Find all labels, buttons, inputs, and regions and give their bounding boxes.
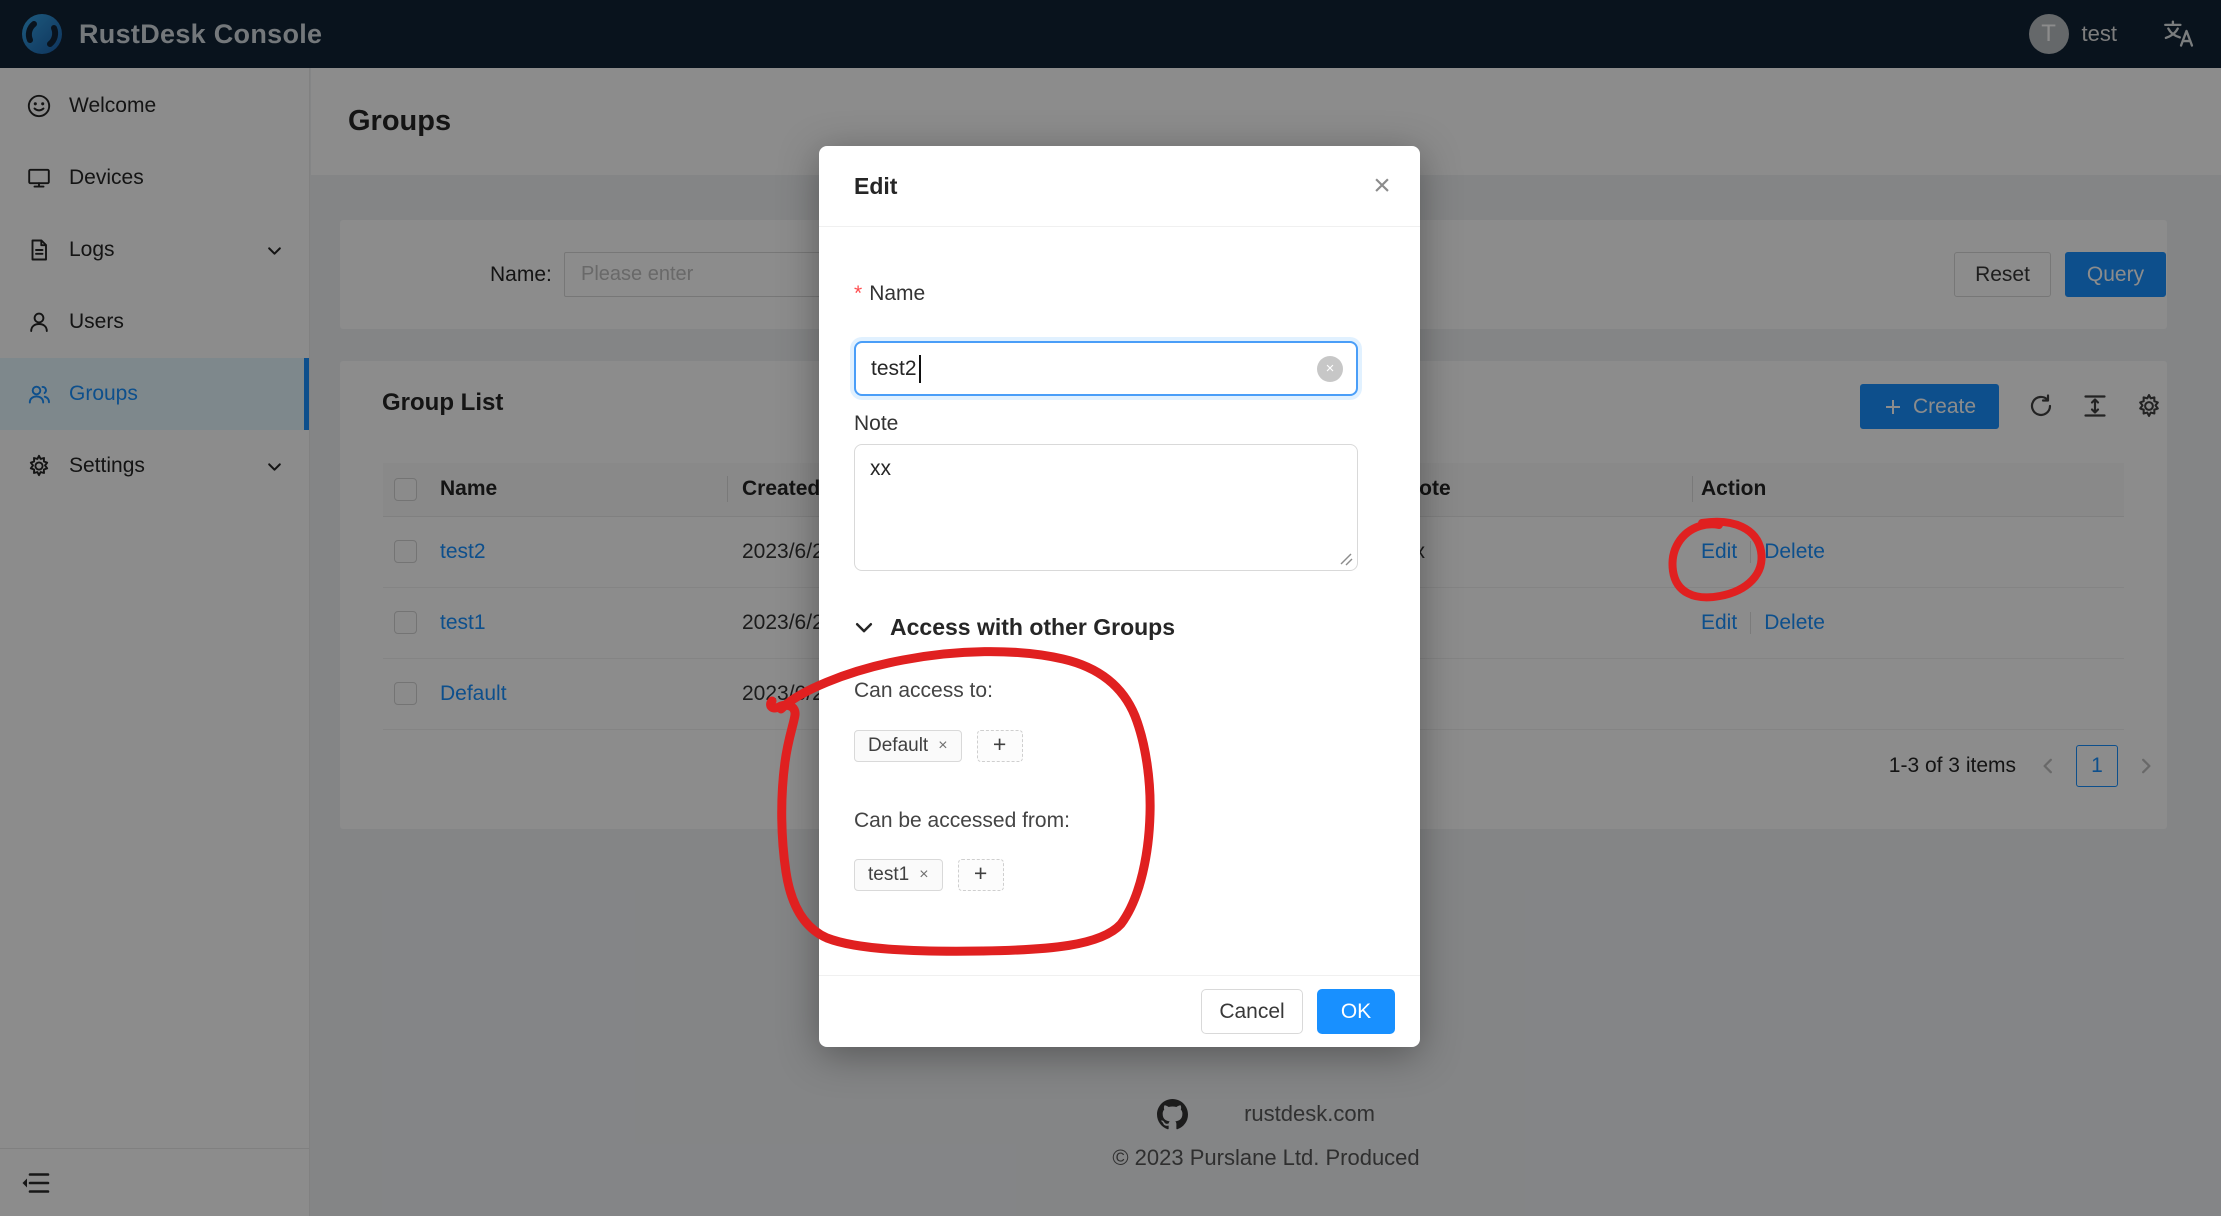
group-tag: test1 × xyxy=(854,859,943,891)
name-field-label: *Name xyxy=(854,282,925,306)
can-access-label: Can access to: xyxy=(854,679,993,703)
add-group-button[interactable]: + xyxy=(958,859,1004,891)
modal-footer: Cancel OK xyxy=(819,975,1420,1047)
add-group-button[interactable]: + xyxy=(977,730,1023,762)
access-section-title: Access with other Groups xyxy=(890,614,1175,641)
ok-button[interactable]: OK xyxy=(1317,989,1395,1034)
note-textarea[interactable]: xx xyxy=(854,444,1358,571)
app-window: RustDesk Console T test Welcome xyxy=(0,0,2221,1216)
remove-tag-icon[interactable]: × xyxy=(938,737,947,755)
resize-handle[interactable] xyxy=(1338,551,1353,566)
required-mark: * xyxy=(854,282,862,305)
clear-input-icon[interactable]: × xyxy=(1317,356,1343,382)
access-section-toggle[interactable]: Access with other Groups xyxy=(854,614,1175,641)
close-icon[interactable]: × xyxy=(1364,168,1400,204)
name-input-value: test2 xyxy=(871,357,917,381)
note-value: xx xyxy=(870,457,891,480)
can-access-tags: Default × + xyxy=(854,730,1023,762)
remove-tag-icon[interactable]: × xyxy=(919,866,928,884)
modal-header: Edit × xyxy=(819,146,1420,227)
accessed-from-label: Can be accessed from: xyxy=(854,809,1070,833)
group-tag: Default × xyxy=(854,730,962,762)
edit-group-modal: Edit × *Name test2 × Note xx Access with… xyxy=(819,146,1420,1047)
accessed-from-tags: test1 × + xyxy=(854,859,1004,891)
note-field-label: Note xyxy=(854,412,898,436)
cancel-button[interactable]: Cancel xyxy=(1201,989,1303,1034)
chevron-down-icon xyxy=(854,618,874,638)
modal-title: Edit xyxy=(854,146,897,227)
text-cursor xyxy=(919,355,921,383)
group-name-input[interactable]: test2 × xyxy=(854,341,1358,396)
